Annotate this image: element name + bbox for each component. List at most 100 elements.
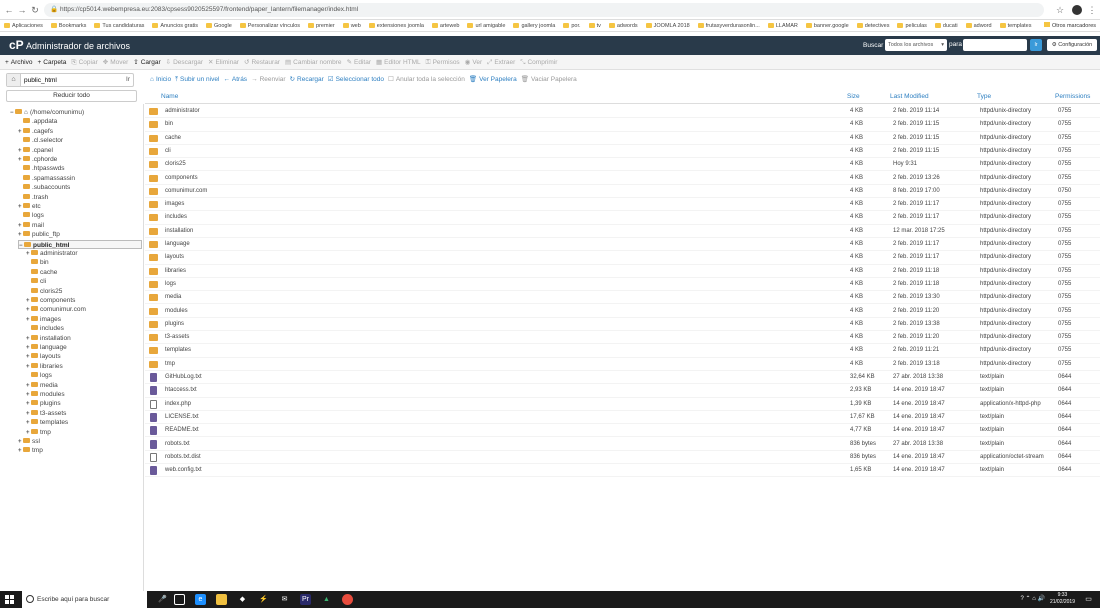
bookmark-item[interactable]: Aplicaciones (4, 20, 43, 31)
toolbar-extraer-button[interactable]: ⤢ Extraer (487, 55, 515, 70)
table-row[interactable]: libraries 4 KB 2 feb. 2019 11:18 httpd/unix… (145, 265, 1100, 278)
tree-item[interactable]: .htpasswds (18, 164, 65, 174)
toolbar-comprimir-button[interactable]: ⤡ Comprimir (520, 55, 557, 70)
toolbar-cambiar-nombre-button[interactable]: ▤ Cambiar nombre (285, 55, 342, 70)
nav-recargar-button[interactable]: ↻ Recargar (290, 73, 324, 87)
tree-item[interactable]: + tmp (18, 446, 43, 456)
bookmark-item[interactable]: banner.google (805, 20, 849, 31)
tree-item[interactable]: + libraries (26, 362, 63, 372)
taskbar-search[interactable]: Escribe aquí para buscar (22, 591, 147, 608)
table-row[interactable]: tmp 4 KB 2 feb. 2019 13:18 httpd/unix-direc… (145, 358, 1100, 371)
nav-atrás-button[interactable]: ← Atrás (223, 73, 247, 87)
other-bookmarks[interactable]: Otros marcadores (1043, 20, 1096, 32)
tree-item[interactable]: .subaccounts (18, 183, 70, 193)
chrome-icon[interactable] (342, 594, 353, 605)
table-row[interactable]: media 4 KB 2 feb. 2019 13:30 httpd/unix-dir… (145, 291, 1100, 305)
table-row[interactable]: cloris25 4 KB Hoy 9:31 httpd/unix-directory… (145, 158, 1100, 172)
tree-item[interactable]: + .cpanel (18, 146, 53, 156)
table-row[interactable]: README.txt 4,77 KB 14 ene. 2019 18:47 text/… (145, 424, 1100, 438)
tree-item[interactable]: + etc (18, 202, 41, 212)
nav-seleccionar-todo-button[interactable]: ☑ Seleccionar todo (328, 73, 384, 87)
tree-item[interactable]: + mail (18, 221, 44, 231)
tree-item[interactable]: logs (26, 371, 52, 381)
toolbar-descargar-button[interactable]: ⇩ Descargar (166, 55, 203, 70)
address-bar[interactable]: 🔒 https://cp5014.webempresa.eu:2083/cpse… (44, 3, 1044, 17)
nav-vaciar-papelera-button[interactable]: 🗑 Vaciar Papelera (521, 73, 577, 87)
bookmark-item[interactable]: por. (563, 20, 581, 31)
search-input[interactable] (963, 39, 1027, 51)
bookmark-item[interactable]: web (342, 20, 361, 31)
table-row[interactable]: administrator 4 KB 2 feb. 2019 11:14 httpd/… (145, 105, 1100, 119)
home-icon[interactable]: ⌂ (7, 74, 21, 86)
table-row[interactable]: bin 4 KB 2 feb. 2019 11:15 httpd/unix-direc… (145, 118, 1100, 132)
table-row[interactable]: layouts 4 KB 2 feb. 2019 11:17 httpd/unix-d… (145, 251, 1100, 265)
dropbox-icon[interactable]: ◆ (237, 594, 248, 605)
nav-subir-un-nivel-button[interactable]: ⤒ Subir un nivel (175, 73, 219, 87)
search-go-button[interactable]: Ir (1030, 39, 1042, 51)
table-row[interactable]: plugins 4 KB 2 feb. 2019 13:38 httpd/unix-d… (145, 318, 1100, 332)
tree-item[interactable]: bin (26, 258, 49, 268)
toolbar-cargar-button[interactable]: ⇪ Cargar (133, 55, 160, 70)
bookmark-item[interactable]: extensiones joomla (368, 20, 424, 31)
tree-item[interactable]: + layouts (26, 352, 61, 362)
nav-anular-toda-la-selección-button[interactable]: ☐ Anular toda la selección (388, 73, 465, 87)
tree-item[interactable]: + public_ftp (18, 230, 60, 240)
toolbar-copiar-button[interactable]: ⎘ Copiar (71, 55, 97, 70)
tree-item[interactable]: cache (26, 268, 57, 278)
tree-item[interactable]: − ⌂ (/home/comunimu) (10, 108, 84, 118)
tree-item[interactable]: + ssl (18, 437, 40, 447)
bookmark-item[interactable]: arteweb (431, 20, 459, 31)
tree-item[interactable]: + administrator (26, 249, 78, 259)
table-row[interactable]: index.php 1,39 KB 14 ene. 2019 18:47 applic… (145, 398, 1100, 411)
toolbar-permisos-button[interactable]: ⚿ Permisos (426, 55, 460, 70)
back-icon[interactable]: ← (4, 4, 14, 16)
bookmark-item[interactable]: Personalizar vínculos (239, 20, 300, 31)
tree-item[interactable]: .cl.selector (18, 136, 63, 146)
mail-icon[interactable]: ✉ (279, 594, 290, 605)
table-row[interactable]: installation 4 KB 12 mar. 2018 17:25 httpd/… (145, 225, 1100, 238)
bookmark-item[interactable]: premier (308, 20, 335, 31)
tree-item[interactable]: + templates (26, 418, 68, 428)
menu-icon[interactable]: ⋮ (1087, 4, 1097, 16)
toolbar-restaurar-button[interactable]: ↺ Restaurar (244, 55, 280, 70)
table-row[interactable]: cache 4 KB 2 feb. 2019 11:15 httpd/unix-dir… (145, 132, 1100, 145)
tree-item[interactable]: + .cagefs (18, 127, 53, 137)
profile-avatar[interactable] (1072, 5, 1082, 15)
path-input[interactable] (24, 75, 114, 85)
bookmark-item[interactable]: gallery joomla (513, 20, 555, 31)
nav-inicio-button[interactable]: ⌂ Inicio (150, 73, 171, 87)
bookmark-item[interactable]: ducati (934, 20, 958, 31)
nav-reenviar-button[interactable]: → Reenviar (251, 73, 286, 87)
file-explorer-icon[interactable] (216, 594, 227, 605)
collapse-all-button[interactable]: Reducir todo (6, 90, 137, 102)
table-row[interactable]: robots.txt.dist 836 bytes 14 ene. 2019 18:… (145, 451, 1100, 465)
tree-item[interactable]: − public_html (18, 239, 142, 250)
tree-item[interactable]: + t3-assets (26, 409, 66, 419)
search-scope-select[interactable]: Todos los archivos ▾ (885, 39, 947, 51)
reload-icon[interactable]: ↻ (30, 4, 40, 16)
tree-item[interactable]: + media (26, 381, 58, 391)
premiere-icon[interactable]: Pr (300, 594, 311, 605)
tree-item[interactable]: + modules (26, 390, 65, 400)
bookmark-item[interactable]: LLAMAR (767, 20, 798, 31)
column-modified[interactable]: Last Modified (890, 90, 929, 104)
table-row[interactable]: cli 4 KB 2 feb. 2019 11:15 httpd/unix-direc… (145, 145, 1100, 159)
microphone-icon[interactable]: 🎤 (157, 594, 168, 605)
tree-item[interactable]: includes (26, 324, 64, 334)
toolbar-ver-button[interactable]: ◉ Ver (465, 55, 482, 70)
bookmark-item[interactable]: Google (206, 20, 232, 31)
toolbar-archivo-button[interactable]: + Archivo (5, 55, 32, 70)
tree-item[interactable]: .appdata (18, 117, 57, 127)
column-name[interactable]: Name (161, 90, 178, 104)
bookmark-item[interactable]: url amigable (467, 20, 505, 31)
tree-item[interactable]: + tmp (26, 428, 51, 438)
table-row[interactable]: robots.txt 836 bytes 27 abr. 2018 13:38 tex… (145, 438, 1100, 451)
tree-item[interactable]: .trash (18, 193, 48, 203)
system-tray[interactable]: ? ⌃ ⌂ 🔊 (1021, 595, 1045, 602)
table-row[interactable]: comunimur.com 4 KB 8 feb. 2019 17:00 httpd/… (145, 185, 1100, 199)
table-row[interactable]: web.config.txt 1,65 KB 14 ene. 2019 18:47 t… (145, 464, 1100, 478)
toolbar-editar-button[interactable]: ✎ Editar (347, 55, 371, 70)
tree-item[interactable]: .spamassassin (18, 174, 75, 184)
tree-item[interactable]: + comunimur.com (26, 305, 86, 315)
column-type[interactable]: Type (977, 90, 991, 104)
